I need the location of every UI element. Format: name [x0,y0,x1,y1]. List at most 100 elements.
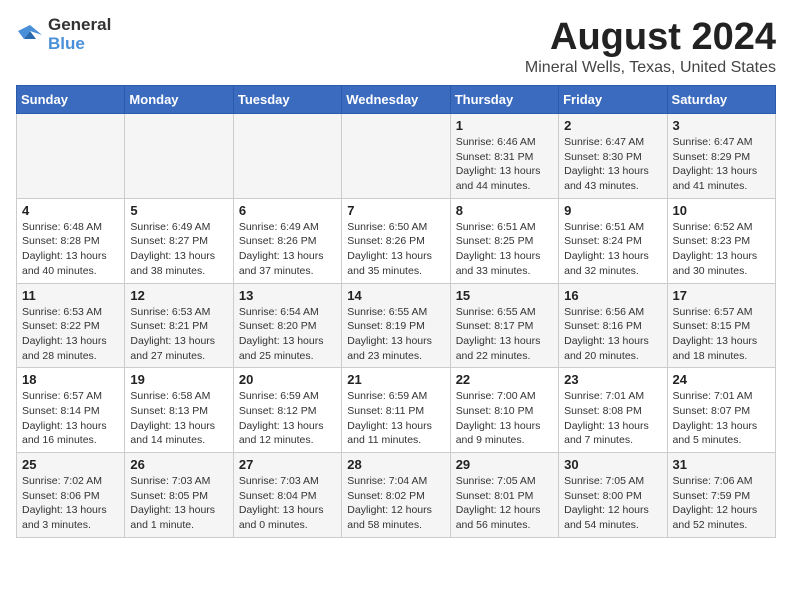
main-title: August 2024 [525,16,776,59]
day-info: Sunrise: 7:04 AM Sunset: 8:02 PM Dayligh… [347,474,444,533]
calendar-cell: 3 Sunrise: 6:47 AM Sunset: 8:29 PM Daylig… [667,114,775,199]
calendar-cell: 18 Sunrise: 6:57 AM Sunset: 8:14 PM Dayli… [17,368,125,453]
day-header-friday: Friday [559,86,667,114]
calendar-week-3: 11 Sunrise: 6:53 AM Sunset: 8:22 PM Dayli… [17,283,776,368]
day-number: 29 [456,457,553,472]
calendar-cell [342,114,450,199]
day-info: Sunrise: 6:49 AM Sunset: 8:26 PM Dayligh… [239,220,336,279]
calendar-cell: 12Sunrise: 6:53 AM Sunset: 8:21 PM Dayli… [125,283,233,368]
day-number: 4 [22,203,119,218]
calendar-cell: 7 Sunrise: 6:50 AM Sunset: 8:26 PM Daylig… [342,198,450,283]
day-header-wednesday: Wednesday [342,86,450,114]
day-info: Sunrise: 7:01 AM Sunset: 8:08 PM Dayligh… [564,389,661,448]
day-info: Sunrise: 6:55 AM Sunset: 8:17 PM Dayligh… [456,305,553,364]
calendar-body: 1Sunrise: 6:46 AM Sunset: 8:31 PM Daylig… [17,114,776,538]
day-number: 3 [673,118,770,133]
day-number: 18 [22,372,119,387]
day-number: 5 [130,203,227,218]
day-info: Sunrise: 6:48 AM Sunset: 8:28 PM Dayligh… [22,220,119,279]
calendar-table: SundayMondayTuesdayWednesdayThursdayFrid… [16,85,776,538]
day-info: Sunrise: 6:53 AM Sunset: 8:22 PM Dayligh… [22,305,119,364]
day-info: Sunrise: 6:51 AM Sunset: 8:25 PM Dayligh… [456,220,553,279]
calendar-cell: 1Sunrise: 6:46 AM Sunset: 8:31 PM Daylig… [450,114,558,199]
day-number: 13 [239,288,336,303]
calendar-cell: 10Sunrise: 6:52 AM Sunset: 8:23 PM Dayli… [667,198,775,283]
calendar-cell: 6 Sunrise: 6:49 AM Sunset: 8:26 PM Daylig… [233,198,341,283]
calendar-cell: 16Sunrise: 6:56 AM Sunset: 8:16 PM Dayli… [559,283,667,368]
day-number: 27 [239,457,336,472]
calendar-week-2: 4 Sunrise: 6:48 AM Sunset: 8:28 PM Daylig… [17,198,776,283]
day-number: 23 [564,372,661,387]
day-number: 31 [673,457,770,472]
day-info: Sunrise: 6:57 AM Sunset: 8:15 PM Dayligh… [673,305,770,364]
day-info: Sunrise: 6:49 AM Sunset: 8:27 PM Dayligh… [130,220,227,279]
logo-line2: Blue [48,35,111,54]
header-row: SundayMondayTuesdayWednesdayThursdayFrid… [17,86,776,114]
day-info: Sunrise: 6:50 AM Sunset: 8:26 PM Dayligh… [347,220,444,279]
calendar-cell: 22 Sunrise: 7:00 AM Sunset: 8:10 PM Dayli… [450,368,558,453]
day-number: 28 [347,457,444,472]
day-info: Sunrise: 6:56 AM Sunset: 8:16 PM Dayligh… [564,305,661,364]
logo: General Blue [16,16,111,53]
day-number: 6 [239,203,336,218]
day-number: 11 [22,288,119,303]
day-info: Sunrise: 7:02 AM Sunset: 8:06 PM Dayligh… [22,474,119,533]
calendar-cell: 20 Sunrise: 6:59 AM Sunset: 8:12 PM Dayli… [233,368,341,453]
calendar-cell: 19 Sunrise: 6:58 AM Sunset: 8:13 PM Dayli… [125,368,233,453]
calendar-cell: 23 Sunrise: 7:01 AM Sunset: 8:08 PM Dayli… [559,368,667,453]
logo-line1: General [48,16,111,35]
calendar-cell: 27 Sunrise: 7:03 AM Sunset: 8:04 PM Dayli… [233,453,341,538]
day-number: 24 [673,372,770,387]
calendar-cell: 13 Sunrise: 6:54 AM Sunset: 8:20 PM Dayli… [233,283,341,368]
calendar-cell: 29Sunrise: 7:05 AM Sunset: 8:01 PM Dayli… [450,453,558,538]
day-info: Sunrise: 6:59 AM Sunset: 8:12 PM Dayligh… [239,389,336,448]
day-number: 19 [130,372,227,387]
day-header-saturday: Saturday [667,86,775,114]
day-number: 2 [564,118,661,133]
day-info: Sunrise: 6:54 AM Sunset: 8:20 PM Dayligh… [239,305,336,364]
day-header-sunday: Sunday [17,86,125,114]
calendar-header: SundayMondayTuesdayWednesdayThursdayFrid… [17,86,776,114]
day-info: Sunrise: 7:00 AM Sunset: 8:10 PM Dayligh… [456,389,553,448]
day-info: Sunrise: 6:47 AM Sunset: 8:29 PM Dayligh… [673,135,770,194]
calendar-cell: 31 Sunrise: 7:06 AM Sunset: 7:59 PM Dayli… [667,453,775,538]
day-number: 30 [564,457,661,472]
calendar-cell: 2 Sunrise: 6:47 AM Sunset: 8:30 PM Daylig… [559,114,667,199]
day-number: 15 [456,288,553,303]
logo-icon [16,21,44,49]
title-section: August 2024 Mineral Wells, Texas, United… [525,16,776,77]
day-info: Sunrise: 7:03 AM Sunset: 8:04 PM Dayligh… [239,474,336,533]
day-info: Sunrise: 6:55 AM Sunset: 8:19 PM Dayligh… [347,305,444,364]
calendar-cell: 5 Sunrise: 6:49 AM Sunset: 8:27 PM Daylig… [125,198,233,283]
day-number: 25 [22,457,119,472]
subtitle: Mineral Wells, Texas, United States [525,59,776,77]
day-info: Sunrise: 6:59 AM Sunset: 8:11 PM Dayligh… [347,389,444,448]
calendar-cell [17,114,125,199]
day-number: 21 [347,372,444,387]
calendar-cell: 4 Sunrise: 6:48 AM Sunset: 8:28 PM Daylig… [17,198,125,283]
day-number: 9 [564,203,661,218]
calendar-cell: 25 Sunrise: 7:02 AM Sunset: 8:06 PM Dayli… [17,453,125,538]
day-number: 22 [456,372,553,387]
day-info: Sunrise: 7:01 AM Sunset: 8:07 PM Dayligh… [673,389,770,448]
calendar-cell: 28 Sunrise: 7:04 AM Sunset: 8:02 PM Dayli… [342,453,450,538]
calendar-week-5: 25 Sunrise: 7:02 AM Sunset: 8:06 PM Dayli… [17,453,776,538]
day-info: Sunrise: 6:57 AM Sunset: 8:14 PM Dayligh… [22,389,119,448]
calendar-cell: 17Sunrise: 6:57 AM Sunset: 8:15 PM Dayli… [667,283,775,368]
day-number: 8 [456,203,553,218]
header: General Blue August 2024 Mineral Wells, … [16,16,776,77]
day-info: Sunrise: 7:06 AM Sunset: 7:59 PM Dayligh… [673,474,770,533]
calendar-cell: 14Sunrise: 6:55 AM Sunset: 8:19 PM Dayli… [342,283,450,368]
day-number: 20 [239,372,336,387]
calendar-cell [125,114,233,199]
day-number: 10 [673,203,770,218]
day-number: 26 [130,457,227,472]
day-info: Sunrise: 7:05 AM Sunset: 8:00 PM Dayligh… [564,474,661,533]
day-info: Sunrise: 6:58 AM Sunset: 8:13 PM Dayligh… [130,389,227,448]
calendar-week-1: 1Sunrise: 6:46 AM Sunset: 8:31 PM Daylig… [17,114,776,199]
day-number: 7 [347,203,444,218]
day-info: Sunrise: 7:03 AM Sunset: 8:05 PM Dayligh… [130,474,227,533]
calendar-cell [233,114,341,199]
calendar-cell: 15 Sunrise: 6:55 AM Sunset: 8:17 PM Dayli… [450,283,558,368]
day-info: Sunrise: 6:47 AM Sunset: 8:30 PM Dayligh… [564,135,661,194]
